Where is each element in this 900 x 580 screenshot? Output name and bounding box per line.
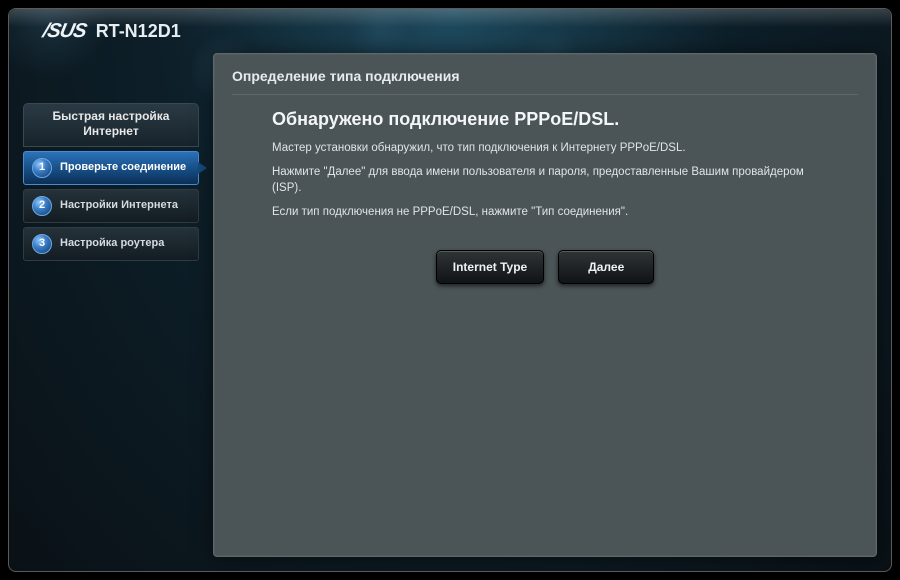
app-frame: /SUS RT-N12D1 Быстрая настройка Интернет… bbox=[0, 0, 900, 580]
wizard-step-check-connection[interactable]: 1 Проверьте соединение bbox=[23, 151, 199, 185]
wizard-step-internet-settings[interactable]: 2 Настройки Интернета bbox=[23, 189, 199, 223]
step-number-badge: 1 bbox=[32, 158, 52, 178]
wizard-step-router-setup[interactable]: 3 Настройка роутера bbox=[23, 227, 199, 261]
wizard-sidebar: Быстрая настройка Интернет 1 Проверьте с… bbox=[23, 53, 199, 557]
panel-title: Определение типа подключения bbox=[232, 68, 858, 95]
step-label: Настройка роутера bbox=[60, 237, 190, 250]
header-bar: /SUS RT-N12D1 bbox=[9, 9, 891, 53]
panel-content: Обнаружено подключение PPPoE/DSL. Мастер… bbox=[232, 109, 858, 284]
router-admin-window: /SUS RT-N12D1 Быстрая настройка Интернет… bbox=[8, 8, 892, 572]
detected-heading: Обнаружено подключение PPPoE/DSL. bbox=[272, 109, 818, 130]
step-number-badge: 2 bbox=[32, 196, 52, 216]
main-panel: Определение типа подключения Обнаружено … bbox=[213, 53, 877, 557]
model-label: RT-N12D1 bbox=[96, 21, 181, 42]
body-layout: Быстрая настройка Интернет 1 Проверьте с… bbox=[9, 53, 891, 571]
next-button[interactable]: Далее bbox=[558, 250, 654, 284]
sidebar-title: Быстрая настройка Интернет bbox=[23, 103, 199, 147]
info-line-3: Если тип подключения не PPPoE/DSL, нажми… bbox=[272, 204, 818, 220]
step-label: Проверьте соединение bbox=[60, 161, 190, 174]
button-row: Internet Type Далее bbox=[272, 250, 818, 284]
info-line-2: Нажмите "Далее" для ввода имени пользова… bbox=[272, 164, 818, 196]
internet-type-button[interactable]: Internet Type bbox=[436, 250, 544, 284]
step-label: Настройки Интернета bbox=[60, 199, 190, 212]
step-number-badge: 3 bbox=[32, 234, 52, 254]
brand-logo: /SUS bbox=[41, 20, 89, 43]
info-line-1: Мастер установки обнаружил, что тип подк… bbox=[272, 140, 818, 156]
